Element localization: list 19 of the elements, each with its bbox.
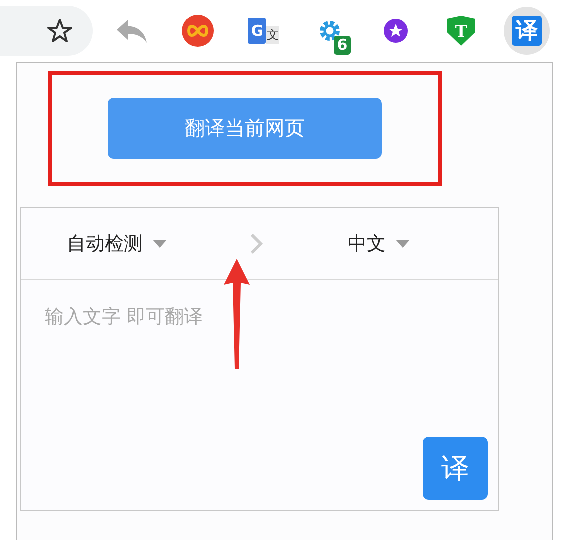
translate-page-button[interactable]: 翻译当前网页 bbox=[108, 98, 382, 159]
chevron-right-icon bbox=[251, 234, 263, 254]
text-input[interactable]: 输入文字 即可翻译 bbox=[45, 306, 345, 328]
extension-button[interactable]: 译 bbox=[504, 7, 550, 55]
dropdown-caret-icon bbox=[396, 240, 410, 248]
target-language-select[interactable]: 中文 bbox=[263, 230, 483, 256]
extension-button[interactable]: G 文 bbox=[241, 7, 287, 55]
dropdown-caret-icon bbox=[153, 240, 167, 248]
count-badge: 6 bbox=[334, 36, 351, 55]
extension-button[interactable]: T bbox=[438, 7, 484, 55]
infinity-icon bbox=[182, 15, 214, 47]
source-language-select[interactable]: 自动检测 bbox=[21, 230, 251, 256]
bookmark-star-icon[interactable] bbox=[47, 18, 74, 44]
translator-icon: 译 bbox=[512, 16, 542, 46]
shield-icon: T bbox=[447, 16, 476, 46]
address-bar[interactable] bbox=[0, 6, 94, 56]
translate-button[interactable]: 译 bbox=[423, 437, 488, 500]
extension-button[interactable]: 6 bbox=[306, 7, 353, 55]
reply-arrow-icon bbox=[116, 18, 148, 44]
